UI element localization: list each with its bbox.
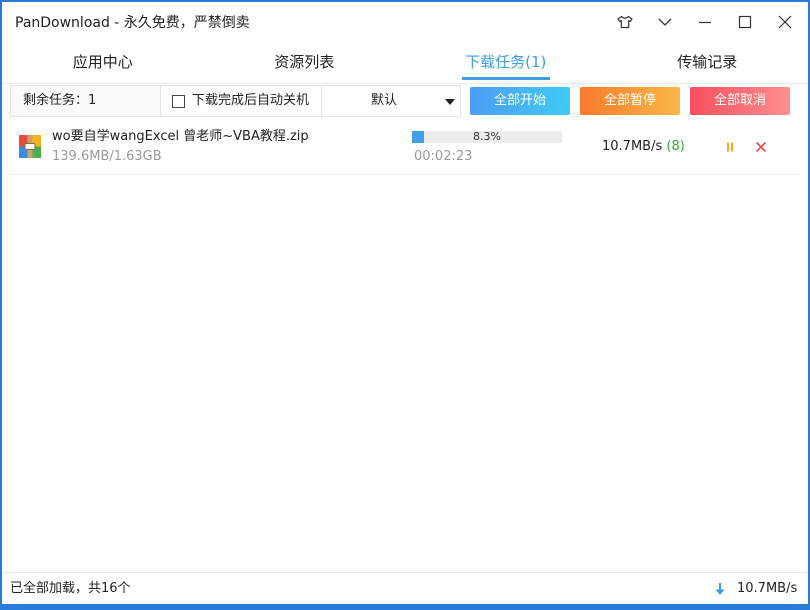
sort-select[interactable]: 默认	[321, 86, 460, 116]
skin-icon	[617, 15, 633, 29]
total-speed: 10.7MB/s	[737, 581, 798, 596]
minimize-icon	[699, 21, 711, 24]
maximize-button[interactable]	[725, 2, 765, 42]
status-bar: 已全部加载，共16个 10.7MB/s	[2, 572, 808, 604]
tab-resource-list[interactable]: 资源列表	[204, 42, 406, 83]
title-bar[interactable]: PanDownload - 永久免费，严禁倒卖	[2, 2, 808, 42]
skin-button[interactable]	[605, 2, 645, 42]
file-size: 139.6MB/1.63GB	[52, 149, 162, 164]
download-speed: 10.7MB/s	[602, 139, 663, 154]
window-title: PanDownload - 永久免费，严禁倒卖	[15, 15, 250, 31]
start-all-button[interactable]: 全部开始	[470, 87, 570, 115]
cancel-all-button[interactable]: 全部取消	[690, 87, 790, 115]
download-list: wo要自学wangExcel 曾老师~VBA教程.zip 139.6MB/1.6…	[10, 120, 800, 570]
thread-count: (8)	[666, 139, 685, 154]
tab-label: 传输记录	[677, 53, 738, 71]
dropdown-arrow-icon	[445, 99, 455, 105]
download-arrow-icon	[715, 583, 725, 595]
sort-selected-value: 默认	[371, 93, 398, 108]
tab-label: 资源列表	[274, 53, 335, 71]
tab-transfer-records[interactable]: 传输记录	[607, 42, 809, 83]
close-button[interactable]	[765, 2, 805, 42]
app-window: PanDownload - 永久免费，严禁倒卖 应用中心 资源列表 下载任务(1…	[2, 2, 808, 604]
cancel-icon[interactable]	[754, 140, 768, 154]
time-remaining: 00:02:23	[414, 149, 473, 164]
close-icon	[778, 15, 792, 29]
zip-archive-icon	[19, 135, 41, 158]
progress-bar: 8.3%	[412, 131, 562, 143]
status-message: 已全部加载，共16个	[10, 581, 131, 596]
chevron-down-icon	[658, 18, 672, 26]
auto-shutdown-checkbox[interactable]	[172, 95, 185, 108]
tab-label: 下载任务(1)	[465, 53, 547, 71]
tab-label: 应用中心	[72, 53, 133, 71]
auto-shutdown-option[interactable]: 下载完成后自动关机	[160, 86, 321, 116]
tab-app-center[interactable]: 应用中心	[2, 42, 204, 83]
pause-icon[interactable]	[723, 140, 737, 154]
maximize-icon	[738, 15, 752, 29]
remaining-tasks: 剩余任务：1	[11, 86, 160, 116]
download-item[interactable]: wo要自学wangExcel 曾老师~VBA教程.zip 139.6MB/1.6…	[10, 120, 800, 175]
progress-percent: 8.3%	[473, 130, 501, 143]
menu-dropdown-button[interactable]	[645, 2, 685, 42]
pause-all-button[interactable]: 全部暂停	[580, 87, 680, 115]
tab-bar: 应用中心 资源列表 下载任务(1) 传输记录	[2, 42, 808, 84]
toolbar-options: 剩余任务：1 下载完成后自动关机 默认	[10, 85, 461, 117]
tab-underline	[461, 77, 550, 80]
minimize-button[interactable]	[685, 2, 725, 42]
file-name: wo要自学wangExcel 曾老师~VBA教程.zip	[52, 129, 309, 144]
toolbar: 剩余任务：1 下载完成后自动关机 默认 全部开始 全部暂停 全部取消	[2, 84, 808, 118]
download-speed-group: 10.7MB/s (8)	[602, 139, 685, 155]
tab-download-tasks[interactable]: 下载任务(1)	[405, 42, 607, 83]
auto-shutdown-label[interactable]: 下载完成后自动关机	[192, 86, 309, 116]
